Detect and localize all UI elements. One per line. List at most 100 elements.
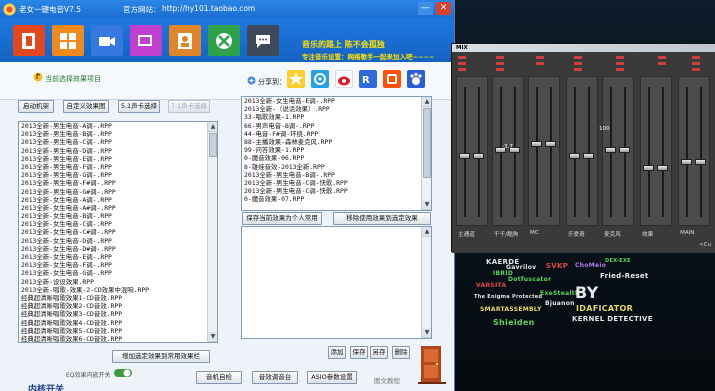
sound-check-button[interactable]: 音机自检 bbox=[196, 371, 242, 384]
fader-knob[interactable] bbox=[569, 153, 580, 159]
windows-icon[interactable] bbox=[52, 25, 84, 56]
qzone-star-icon[interactable] bbox=[287, 70, 305, 88]
favorites-list-item[interactable]: 0-魔音效果-07.RPP bbox=[242, 195, 431, 203]
effect-list-item[interactable]: 2013全新-女生电音-D#调-.RPP bbox=[19, 245, 217, 253]
door-exit-icon[interactable] bbox=[417, 344, 447, 384]
fader-knob[interactable] bbox=[605, 147, 616, 153]
soundcard-71-button[interactable]: 7.1声卡选择 bbox=[168, 100, 210, 113]
svg-text:R: R bbox=[362, 75, 370, 86]
favorites-list-item[interactable]: 88-主播效果-森林麦克风.RPP bbox=[242, 138, 431, 146]
fader-knob[interactable] bbox=[643, 165, 654, 171]
effect-list-item[interactable]: 2013全新-男生电音-E调-.RPP bbox=[19, 155, 217, 163]
wordcloud-word: SVKP bbox=[546, 262, 569, 270]
effect-list-item[interactable]: 2013全新-女生电音-E调-.RPP bbox=[19, 253, 217, 261]
camera-icon[interactable] bbox=[91, 25, 123, 56]
baidu-icon[interactable] bbox=[407, 70, 425, 88]
effect-list-item[interactable]: 2013全新-男生电音-A调-.RPP bbox=[19, 122, 217, 130]
scroll-down-arrow[interactable]: ▼ bbox=[422, 328, 431, 338]
effect-list-item[interactable]: 2013全新-女生电音-A#调-.RPP bbox=[19, 204, 217, 212]
save-as-button[interactable]: 另存 bbox=[370, 346, 388, 359]
fader-knob[interactable] bbox=[619, 147, 630, 153]
effect-list-item[interactable]: 2013全新-男生电音-C调-.RPP bbox=[19, 138, 217, 146]
favorites-list-item[interactable]: 2013全新-男生电音-B调-.RPP bbox=[242, 171, 431, 179]
share-icon bbox=[247, 76, 256, 85]
remove-effect-button[interactable]: 移除使用效果到选定效果 bbox=[333, 212, 431, 225]
tuning-console-button[interactable]: 音效调音台 bbox=[252, 371, 298, 384]
channel-strip bbox=[678, 76, 710, 226]
favorites-scrollbar[interactable]: ▲ ▼ bbox=[421, 97, 431, 210]
scroll-thumb[interactable] bbox=[423, 108, 431, 178]
minimize-button[interactable]: — bbox=[418, 2, 433, 15]
channel-label: MAIN bbox=[680, 230, 695, 236]
start-rack-button[interactable]: 启动机架 bbox=[18, 100, 54, 113]
wordcloud-word: ExeStealth bbox=[540, 290, 580, 297]
effect-list-item[interactable]: 2013全新-女生电音-A调-.RPP bbox=[19, 196, 217, 204]
toggle-switch-icon[interactable] bbox=[114, 368, 132, 378]
favorites-list[interactable]: 2013全新-女生电音-E调-.RPP 2013全新-（说话效果）.RPP 33-唱… bbox=[241, 96, 432, 211]
soundcard-51-button[interactable]: 5.1声卡选择 bbox=[118, 100, 160, 113]
gallery-icon[interactable] bbox=[130, 25, 162, 56]
favorites-list-item[interactable]: 66-男声电音-B调-.RPP bbox=[242, 122, 431, 130]
scroll-up-arrow[interactable]: ▲ bbox=[208, 122, 217, 132]
notes-textarea[interactable]: ▲ ▼ bbox=[241, 226, 432, 339]
effect-list-item[interactable]: 经典超清晰唱歌效果5-CD音效.RPP bbox=[19, 327, 217, 335]
effect-list-scrollbar[interactable]: ▲ ▼ bbox=[207, 122, 217, 342]
effect-list-item[interactable]: 经典超清晰唱歌效果4-CD音效.RPP bbox=[19, 319, 217, 327]
save-personal-button[interactable]: 保存当前效果为个人常用 bbox=[242, 212, 322, 225]
favorites-list-item[interactable]: 0-魔音效果-06.RPP bbox=[242, 154, 431, 162]
favorites-list-item[interactable]: 33-唱歌效果-1.RPP bbox=[242, 113, 431, 121]
save-button[interactable]: 保存 bbox=[350, 346, 368, 359]
effect-list-item[interactable]: 2013全新-男生电音-D调-.RPP bbox=[19, 147, 217, 155]
scroll-thumb[interactable] bbox=[209, 133, 217, 157]
scroll-down-arrow[interactable]: ▼ bbox=[208, 332, 217, 342]
mixer-title-bar[interactable]: MIX bbox=[452, 44, 715, 52]
effect-list-item[interactable]: 2013全新-女生电音-D调-.RPP bbox=[19, 237, 217, 245]
close-button[interactable]: ✕ bbox=[436, 2, 451, 15]
xbox-icon[interactable] bbox=[208, 25, 240, 56]
taobao-icon[interactable] bbox=[383, 70, 401, 88]
effect-list-item[interactable]: 2013全新-设设效果.RPP bbox=[19, 278, 217, 286]
effect-list-item[interactable]: 经典超清晰唱歌效果3-CD音效.RPP bbox=[19, 310, 217, 318]
delete-button[interactable]: 删除 bbox=[392, 346, 410, 359]
fader-knob[interactable] bbox=[681, 159, 692, 165]
effect-list-item[interactable]: 2013全新-女生电音-G调-.RPP bbox=[19, 269, 217, 277]
effect-list-item[interactable]: 2013全新-男生电音-F#调-.RPP bbox=[19, 179, 217, 187]
renren-icon[interactable]: R bbox=[359, 70, 377, 88]
effect-list[interactable]: 2013全新-男生电音-A调-.RPP 2013全新-男生电音-B调-.RPP 20… bbox=[18, 121, 218, 343]
fader-knob[interactable] bbox=[459, 153, 470, 159]
title-bar[interactable]: 老女一键电音V7.5 官方网站： http://hy101.taobao.com… bbox=[0, 0, 454, 19]
scroll-up-arrow[interactable]: ▲ bbox=[422, 97, 431, 107]
asio-settings-button[interactable]: ASIO参数设置 bbox=[307, 371, 357, 384]
notes-scrollbar[interactable]: ▲ ▼ bbox=[421, 227, 431, 338]
office-icon[interactable] bbox=[13, 25, 45, 56]
fader-knob[interactable] bbox=[657, 165, 668, 171]
effect-list-item[interactable]: 2013全新-唱歌-效果-2-CD效果中混响.RPP bbox=[19, 286, 217, 294]
add-common-button[interactable]: 增加选定效果到常用效果栏 bbox=[112, 350, 210, 363]
favorites-list-item[interactable]: 44-电音-F#调-环绕.RPP bbox=[242, 130, 431, 138]
contact-icon[interactable] bbox=[169, 25, 201, 56]
fader-knob[interactable] bbox=[545, 141, 556, 147]
tencent-weibo-icon[interactable] bbox=[311, 70, 329, 88]
effect-list-item[interactable]: 2013全新-女生电音-C#调-.RPP bbox=[19, 228, 217, 236]
effect-list-item[interactable]: 经典超清晰唱歌效果1-CD音效.RPP bbox=[19, 294, 217, 302]
favorites-list-item[interactable]: 2013全新-男生电音-C调-快歌.RPP bbox=[242, 179, 431, 187]
effect-list-item[interactable]: 2013全新-男生电音-G#调-.RPP bbox=[19, 188, 217, 196]
fader-knob[interactable] bbox=[695, 159, 706, 165]
fader-knob[interactable] bbox=[531, 141, 542, 147]
favorites-list-item[interactable]: 2013全新-女生电音-E调-.RPP bbox=[242, 97, 431, 105]
add-button[interactable]: 添加 bbox=[328, 346, 346, 359]
sina-weibo-icon[interactable] bbox=[335, 70, 353, 88]
effect-list-item[interactable]: 经典超清晰唱歌效果6-CD音效.RPP bbox=[19, 335, 217, 342]
favorites-list-item[interactable]: 8-雄娃音效-2013全新.RPP bbox=[242, 163, 431, 171]
message-icon[interactable] bbox=[247, 25, 279, 56]
fader-knob[interactable] bbox=[583, 153, 594, 159]
custom-effect-button[interactable]: 自定义效果图 bbox=[63, 100, 109, 113]
tutorial-link[interactable]: 图文教程 bbox=[374, 375, 400, 385]
effect-list-item[interactable]: 2013全新-男生电音-F调-.RPP bbox=[19, 163, 217, 171]
fader-knob[interactable] bbox=[473, 153, 484, 159]
wordcloud-word: BY bbox=[575, 283, 599, 302]
fader-track bbox=[700, 87, 702, 217]
scroll-up-arrow[interactable]: ▲ bbox=[422, 227, 431, 237]
scroll-down-arrow[interactable]: ▼ bbox=[422, 200, 431, 210]
site-url[interactable]: http://hy101.taobao.com bbox=[162, 4, 255, 13]
